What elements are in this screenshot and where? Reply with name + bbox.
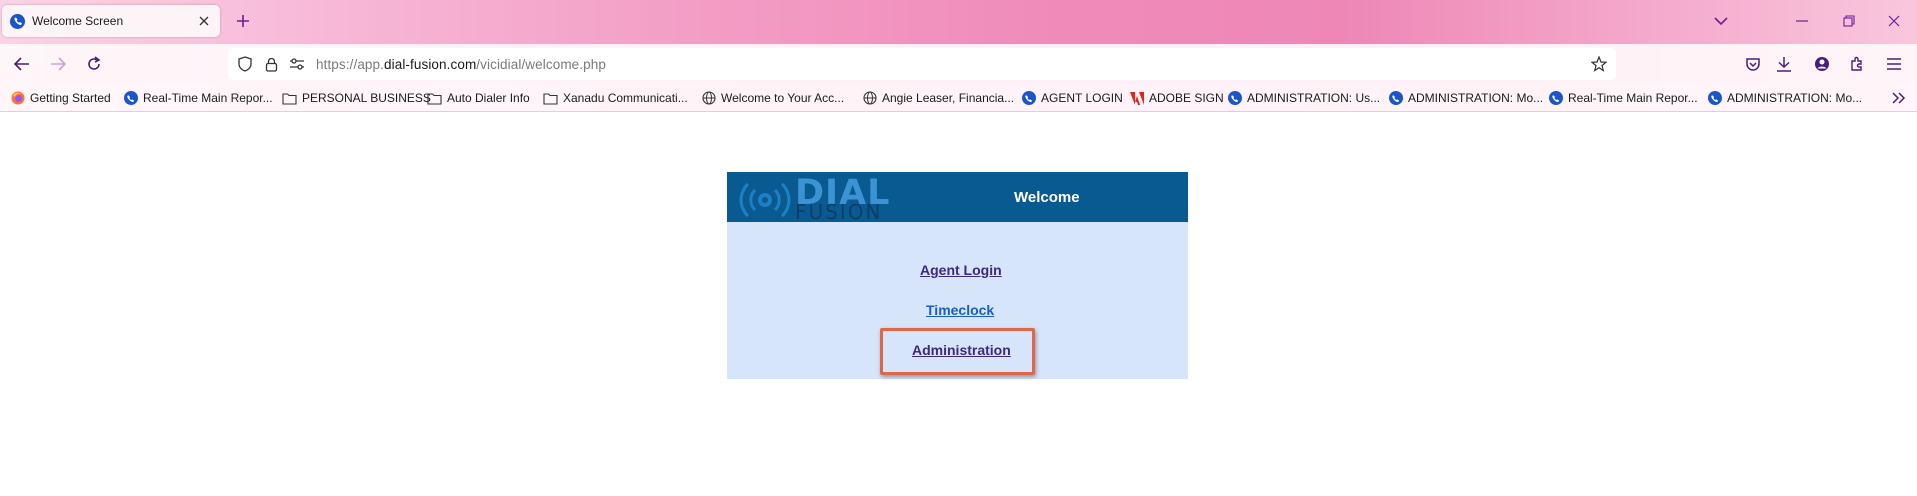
browser-chrome: Welcome Screen https://app.dial-fusion.c… xyxy=(0,0,1917,112)
permissions-icon[interactable] xyxy=(286,53,308,75)
bookmark-label: ADOBE SIGN xyxy=(1149,91,1224,105)
bookmark-item[interactable]: Getting Started xyxy=(10,88,111,108)
bookmark-item[interactable]: AGENT LOGIN xyxy=(1021,88,1123,108)
window-close-icon[interactable] xyxy=(1871,6,1917,36)
bookmark-label: Real-Time Main Repor... xyxy=(1568,91,1698,105)
tab-welcome-screen[interactable]: Welcome Screen xyxy=(2,5,220,37)
chevron-down-icon[interactable] xyxy=(1710,10,1732,32)
chevron-double-right-icon[interactable] xyxy=(1888,88,1910,108)
dial-fusion-logo: DIAL FUSION xyxy=(737,173,897,224)
extensions-icon[interactable] xyxy=(1843,50,1871,78)
bookmark-label: PERSONAL BUSINESS xyxy=(302,91,431,105)
agent-login-link[interactable]: Agent Login xyxy=(920,262,1002,278)
bookmark-item[interactable]: ADMINISTRATION: Mo... xyxy=(1707,88,1862,108)
bookmark-item[interactable]: Angie Leaser, Financia... xyxy=(862,88,1014,108)
back-arrow-icon[interactable] xyxy=(8,50,36,78)
bookmark-item[interactable]: PERSONAL BUSINESS xyxy=(282,88,431,108)
bookmark-item[interactable]: Real-Time Main Repor... xyxy=(123,88,273,108)
folder-icon xyxy=(543,91,558,106)
administration-link[interactable]: Administration xyxy=(912,342,1011,358)
bookmark-item[interactable]: Real-Time Main Repor... xyxy=(1548,88,1698,108)
firefox-icon xyxy=(10,91,25,106)
bookmark-label: ADMINISTRATION: Us... xyxy=(1247,91,1381,105)
panel-title: Welcome xyxy=(1014,189,1080,206)
forward-arrow-icon[interactable] xyxy=(44,50,72,78)
new-tab-plus-icon[interactable] xyxy=(232,10,254,32)
vicidial-icon xyxy=(10,13,25,29)
bookmark-label: Angie Leaser, Financia... xyxy=(882,91,1015,105)
star-icon[interactable] xyxy=(1588,53,1610,75)
panel-header: DIAL FUSION Welcome xyxy=(727,172,1188,224)
bookmark-label: AGENT LOGIN xyxy=(1041,91,1123,105)
broadcast-icon xyxy=(739,182,791,218)
reload-icon[interactable] xyxy=(80,50,108,78)
hamburger-menu-icon[interactable] xyxy=(1880,50,1908,78)
vicidial-icon xyxy=(1227,91,1242,106)
timeclock-link[interactable]: Timeclock xyxy=(926,302,994,318)
bookmark-item[interactable]: Xanadu Communicati... xyxy=(543,88,688,108)
globe-icon xyxy=(862,91,877,106)
vicidial-icon xyxy=(1388,91,1403,106)
bookmark-label: Real-Time Main Repor... xyxy=(143,91,273,105)
bookmark-item[interactable]: ADMINISTRATION: Us... xyxy=(1227,88,1380,108)
vicidial-icon xyxy=(1707,91,1722,106)
globe-icon xyxy=(701,91,716,106)
account-icon[interactable] xyxy=(1808,50,1836,78)
download-icon[interactable] xyxy=(1770,50,1798,78)
bookmark-item[interactable]: Auto Dialer Info xyxy=(427,88,530,108)
pocket-icon[interactable] xyxy=(1739,50,1767,78)
url-bar[interactable]: https://app.dial-fusion.com/vicidial/wel… xyxy=(228,48,1616,80)
logo-text-fusion: FUSION xyxy=(795,200,883,224)
close-icon[interactable] xyxy=(194,11,214,31)
tab-title: Welcome Screen xyxy=(32,14,124,28)
bookmark-item[interactable]: Welcome to Your Acc... xyxy=(701,88,844,108)
folder-icon xyxy=(282,91,297,106)
bookmark-item[interactable]: ADMINISTRATION: Mo... xyxy=(1388,88,1543,108)
adobe-icon xyxy=(1129,91,1144,106)
url-text: https://app.dial-fusion.com/vicidial/wel… xyxy=(316,56,606,72)
welcome-panel: DIAL FUSION Welcome Agent Login Timecloc… xyxy=(727,172,1188,379)
bookmark-label: Getting Started xyxy=(30,91,111,105)
lock-icon[interactable] xyxy=(260,53,282,75)
bookmark-label: ADMINISTRATION: Mo... xyxy=(1408,91,1544,105)
vicidial-icon xyxy=(123,91,138,106)
bookmark-item[interactable]: ADOBE SIGN xyxy=(1129,88,1224,108)
navigation-toolbar: https://app.dial-fusion.com/vicidial/wel… xyxy=(0,44,1917,84)
bookmark-label: Welcome to Your Acc... xyxy=(721,91,845,105)
restore-icon[interactable] xyxy=(1826,6,1872,36)
minimize-icon[interactable] xyxy=(1779,6,1825,36)
bookmark-label: ADMINISTRATION: Mo... xyxy=(1727,91,1863,105)
vicidial-icon xyxy=(1548,91,1563,106)
shield-icon[interactable] xyxy=(234,53,256,75)
tab-bar: Welcome Screen xyxy=(0,0,1917,42)
vicidial-icon xyxy=(1021,91,1036,106)
bookmarks-toolbar: Getting Started Real-Time Main Repor... PE… xyxy=(0,84,1917,112)
bookmark-label: Auto Dialer Info xyxy=(447,91,530,105)
panel-body: Agent Login Timeclock Administration xyxy=(727,222,1188,379)
folder-icon xyxy=(427,91,442,106)
bookmark-label: Xanadu Communicati... xyxy=(563,91,688,105)
